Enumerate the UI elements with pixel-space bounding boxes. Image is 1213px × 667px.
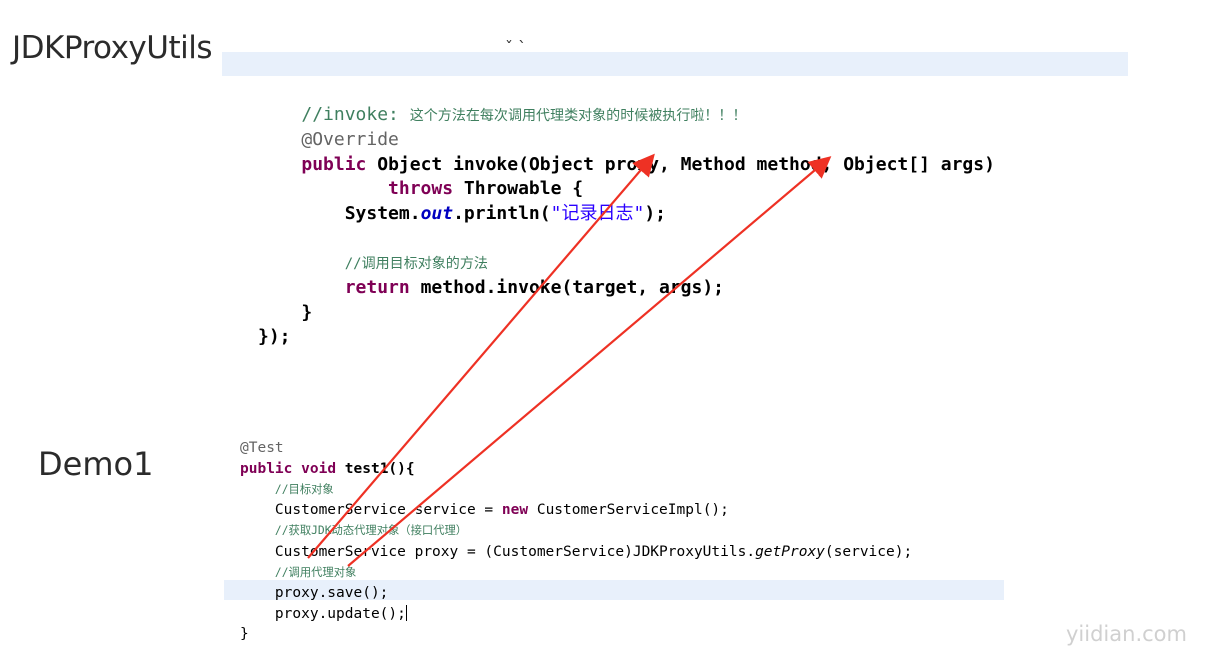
- watermark: yiidian.com: [1066, 622, 1187, 646]
- arrow-to-method-param: [347, 156, 832, 567]
- arrow-to-proxy-param: [307, 153, 655, 559]
- arrow-overlay: [307, 153, 832, 567]
